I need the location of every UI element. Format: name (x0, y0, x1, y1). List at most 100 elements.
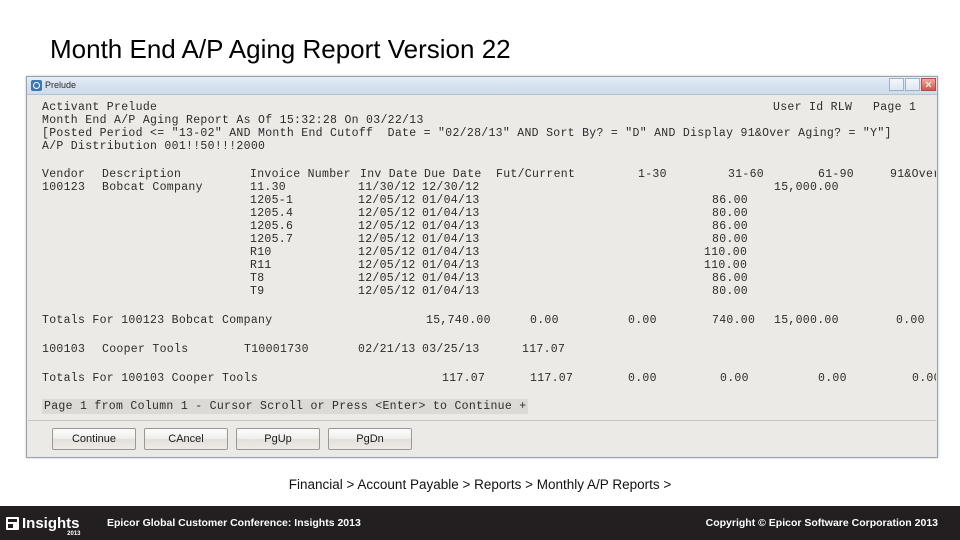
table-row: 01/04/13 (422, 272, 480, 285)
table-row: 1205.7 (250, 233, 294, 246)
table-row: 80.00 (712, 207, 749, 220)
totals-row-label: Totals For 100123 Bobcat Company (42, 314, 273, 327)
slide-footer: Insights 2013 Epicor Global Customer Con… (0, 506, 960, 540)
table-row: 86.00 (712, 220, 749, 233)
table-row: T10001730 (244, 343, 309, 356)
table-row: 12/05/12 (358, 285, 416, 298)
window-titlebar[interactable]: Prelude (27, 77, 937, 95)
col-header-due-date: Due Date (424, 168, 482, 181)
table-row: 100123 (42, 181, 86, 194)
page-title: Month End A/P Aging Report Version 22 (50, 34, 511, 64)
totals-row-value: 0.00 (896, 314, 925, 327)
col-header-inv-date: Inv Date (360, 168, 418, 181)
footer-left-text: Epicor Global Customer Conference: Insig… (107, 517, 361, 529)
table-row: 80.00 (712, 233, 749, 246)
window-controls (889, 78, 936, 91)
table-row: 12/05/12 (358, 220, 416, 233)
totals-row-value: 0.00 (912, 372, 936, 385)
table-row: 1205-1 (250, 194, 294, 207)
terminal-header-line-2: Month End A/P Aging Report As Of 15:32:2… (42, 114, 424, 127)
table-row: 1205.4 (250, 207, 294, 220)
table-row: 01/04/13 (422, 285, 480, 298)
table-row: 86.00 (712, 272, 749, 285)
table-row: 12/30/12 (422, 181, 480, 194)
table-row: 12/05/12 (358, 233, 416, 246)
col-header-31-60: 31-60 (728, 168, 765, 181)
totals-row-value: 0.00 (720, 372, 749, 385)
continue-button[interactable]: Continue (52, 427, 136, 450)
table-row: 12/05/12 (358, 272, 416, 285)
table-row: 100103 (42, 343, 86, 356)
epicor-logo-icon (6, 516, 19, 530)
table-row: 80.00 (712, 285, 749, 298)
table-row: Bobcat Company (102, 181, 203, 194)
close-icon[interactable] (921, 78, 936, 91)
table-row: 117.07 (522, 343, 566, 356)
col-header-description: Description (102, 168, 182, 181)
insights-logo-year: 2013 (67, 530, 81, 537)
minimize-icon[interactable] (889, 78, 904, 91)
table-row: 01/04/13 (422, 233, 480, 246)
terminal-screen[interactable]: Activant Prelude Month End A/P Aging Rep… (28, 95, 936, 420)
continue-button-label: Continue (71, 432, 117, 445)
col-header-1-30: 1-30 (638, 168, 667, 181)
table-row: 12/05/12 (358, 246, 416, 259)
totals-row-value: 15,740.00 (426, 314, 491, 327)
totals-row-value: 117.07 (442, 372, 486, 385)
col-header-invoice-number: Invoice Number (250, 168, 351, 181)
maximize-icon[interactable] (905, 78, 920, 91)
table-row: 12/05/12 (358, 207, 416, 220)
table-row: 15,000.00 (774, 181, 839, 194)
totals-row-value: 0.00 (628, 314, 657, 327)
table-row: T9 (250, 285, 265, 298)
terminal-header-line-3: [Posted Period <= "13-02" AND Month End … (42, 127, 892, 140)
terminal-user-id: User Id RLW (773, 101, 853, 114)
prelude-app-icon (31, 80, 42, 91)
window-title: Prelude (45, 80, 77, 90)
insights-logo: Insights 2013 (0, 506, 103, 540)
table-row: 01/04/13 (422, 246, 480, 259)
cancel-button[interactable]: CAncel (144, 427, 228, 450)
table-row: 01/04/13 (422, 259, 480, 272)
terminal-status-line: Page 1 from Column 1 - Cursor Scroll or … (42, 399, 529, 414)
table-row: 12/05/12 (358, 194, 416, 207)
totals-row-value: 0.00 (628, 372, 657, 385)
insights-logo-label: Insights (22, 514, 80, 532)
table-row: 11/30/12 (358, 181, 416, 194)
totals-row-value: 117.07 (530, 372, 574, 385)
terminal-header-line-4: A/P Distribution 001!!50!!!2000 (42, 140, 266, 153)
terminal-button-bar: Continue CAncel PgUp PgDn (28, 420, 936, 456)
table-row: 03/25/13 (422, 343, 480, 356)
totals-row-value: 740.00 (712, 314, 756, 327)
table-row: 02/21/13 (358, 343, 416, 356)
table-row: 110.00 (704, 259, 748, 272)
totals-row-value: 15,000.00 (774, 314, 839, 327)
table-row: 110.00 (704, 246, 748, 259)
col-header-fut-current: Fut/Current (496, 168, 576, 181)
prelude-terminal-window: Prelude Activant Prelude Month End A/P A… (26, 76, 938, 458)
table-row: T8 (250, 272, 265, 285)
page-down-button[interactable]: PgDn (328, 427, 412, 450)
terminal-header-line-1: Activant Prelude (42, 101, 158, 114)
table-row: 01/04/13 (422, 220, 480, 233)
footer-copyright: Copyright © Epicor Software Corporation … (705, 517, 938, 529)
totals-row-value: 0.00 (818, 372, 847, 385)
page-down-button-label: PgDn (356, 432, 384, 445)
cancel-button-label: CAncel (168, 432, 204, 445)
table-row: 12/05/12 (358, 259, 416, 272)
table-row: Cooper Tools (102, 343, 189, 356)
table-row: 01/04/13 (422, 194, 480, 207)
table-row: R11 (250, 259, 272, 272)
table-row: 01/04/13 (422, 207, 480, 220)
table-row: 11.30 (250, 181, 287, 194)
page-up-button[interactable]: PgUp (236, 427, 320, 450)
col-header-91-over: 91&Over (890, 168, 936, 181)
totals-row-value: 0.00 (530, 314, 559, 327)
table-row: 86.00 (712, 194, 749, 207)
table-row: 1205.6 (250, 220, 294, 233)
totals-row-label: Totals For 100103 Cooper Tools (42, 372, 259, 385)
table-row: R10 (250, 246, 272, 259)
col-header-vendor: Vendor (42, 168, 86, 181)
page-up-button-label: PgUp (264, 432, 292, 445)
insights-logo-text: Insights 2013 (22, 514, 81, 537)
